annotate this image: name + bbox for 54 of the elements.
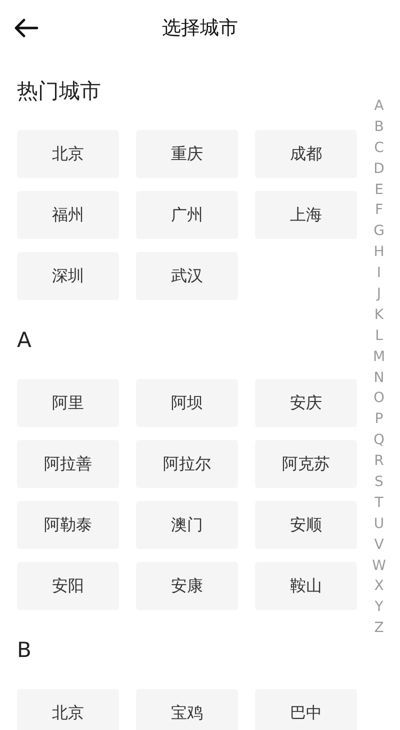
index-letter[interactable]: R bbox=[374, 451, 384, 472]
city-button[interactable]: 安庆 bbox=[255, 379, 357, 427]
index-letter[interactable]: Y bbox=[374, 597, 384, 618]
index-letter[interactable]: G bbox=[374, 221, 384, 242]
page-title: 选择城市 bbox=[162, 16, 238, 41]
back-icon bbox=[13, 18, 39, 38]
index-letter[interactable]: I bbox=[376, 263, 382, 284]
city-button[interactable]: 成都 bbox=[255, 130, 357, 178]
index-letter[interactable]: S bbox=[374, 472, 384, 493]
city-button[interactable]: 宝鸡 bbox=[136, 689, 238, 730]
section-heading: B bbox=[17, 637, 32, 664]
city-button[interactable]: 安阳 bbox=[17, 562, 119, 610]
index-letter[interactable]: O bbox=[373, 388, 385, 410]
city-button[interactable]: 鞍山 bbox=[255, 562, 357, 610]
section-heading: A bbox=[17, 327, 32, 354]
city-button[interactable]: 阿勒泰 bbox=[17, 501, 119, 549]
index-letter[interactable]: E bbox=[374, 180, 384, 200]
index-letter[interactable]: B bbox=[374, 116, 384, 138]
index-letter[interactable]: X bbox=[374, 576, 384, 598]
index-letter[interactable]: T bbox=[374, 492, 384, 514]
city-button[interactable]: 北京 bbox=[17, 130, 119, 178]
index-letter[interactable]: Q bbox=[373, 430, 385, 452]
city-button[interactable]: 阿克苏 bbox=[255, 440, 357, 488]
section-heading: 热门城市 bbox=[17, 78, 101, 105]
index-letter[interactable]: L bbox=[375, 326, 383, 347]
index-letter[interactable]: M bbox=[372, 346, 386, 368]
index-letter[interactable]: V bbox=[374, 534, 384, 556]
index-letter[interactable]: W bbox=[372, 556, 386, 576]
city-button[interactable]: 安康 bbox=[136, 562, 238, 610]
city-button[interactable]: 武汉 bbox=[136, 252, 238, 300]
city-button[interactable]: 广州 bbox=[136, 191, 238, 239]
index-letter[interactable]: C bbox=[374, 138, 384, 159]
index-letter[interactable]: N bbox=[374, 368, 384, 388]
city-button[interactable]: 北京 bbox=[17, 689, 119, 730]
city-button[interactable]: 澳门 bbox=[136, 501, 238, 549]
index-letter[interactable]: U bbox=[374, 514, 384, 535]
city-button[interactable]: 巴中 bbox=[255, 689, 357, 730]
index-letter[interactable]: P bbox=[374, 409, 384, 430]
city-button[interactable]: 重庆 bbox=[136, 130, 238, 178]
index-letter[interactable]: K bbox=[374, 304, 384, 326]
index-letter[interactable]: H bbox=[374, 242, 384, 264]
city-button[interactable]: 福州 bbox=[17, 191, 119, 239]
city-button[interactable]: 深圳 bbox=[17, 252, 119, 300]
index-letter[interactable]: D bbox=[374, 158, 384, 180]
index-letter[interactable]: A bbox=[374, 96, 384, 117]
city-button[interactable]: 阿拉尔 bbox=[136, 440, 238, 488]
city-button[interactable]: 安顺 bbox=[255, 501, 357, 549]
city-button[interactable]: 阿里 bbox=[17, 379, 119, 427]
index-letter[interactable]: J bbox=[376, 284, 382, 305]
city-button[interactable]: 阿拉善 bbox=[17, 440, 119, 488]
index-letter[interactable]: F bbox=[374, 200, 384, 222]
city-button[interactable]: 阿坝 bbox=[136, 379, 238, 427]
index-letter[interactable]: Z bbox=[374, 618, 384, 640]
city-button[interactable]: 上海 bbox=[255, 191, 357, 239]
